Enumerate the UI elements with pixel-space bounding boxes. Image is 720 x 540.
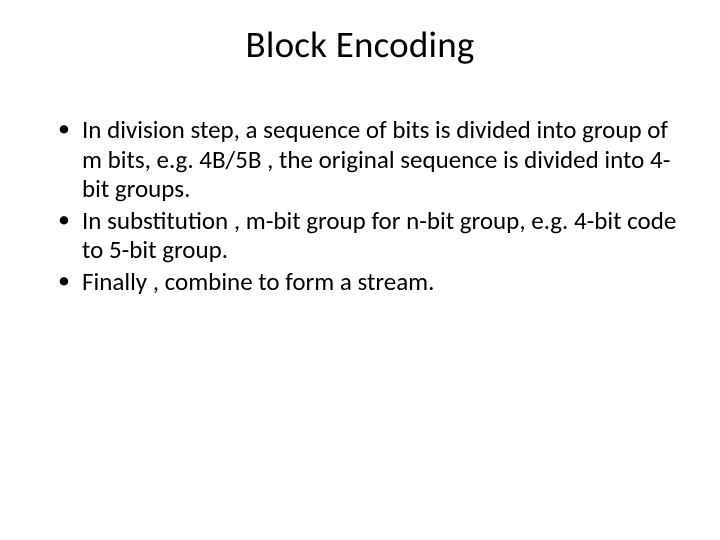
slide: Block Encoding In division step, a seque… [0, 0, 720, 540]
slide-title: Block Encoding [0, 0, 720, 67]
bullet-item: In division step, a sequence of bits is … [56, 115, 678, 204]
bullet-item: In substitution , m-bit group for n-bit … [56, 206, 678, 265]
bullet-item: Finally , combine to form a stream. [56, 267, 678, 297]
slide-body: In division step, a sequence of bits is … [0, 67, 720, 296]
bullet-list: In division step, a sequence of bits is … [56, 115, 678, 296]
